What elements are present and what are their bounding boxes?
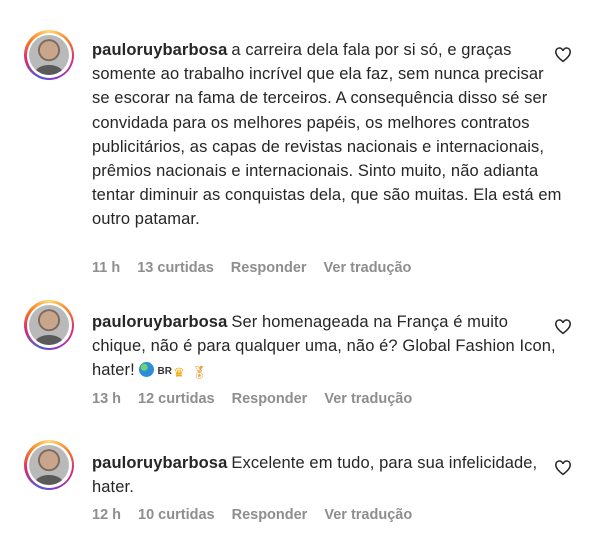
comment-likes[interactable]: 10 curtidas [138, 507, 215, 523]
comment-text: a carreira dela fala por si só, e graças… [92, 41, 562, 229]
translate-button[interactable]: Ver tradução [324, 260, 412, 276]
comment-meta: 11 h 13 curtidas Responder Ver tradução [92, 260, 428, 276]
comment-username[interactable]: pauloruybarbosa [92, 454, 227, 472]
heart-icon[interactable] [554, 459, 572, 477]
heart-icon[interactable] [554, 318, 572, 336]
medal-emoji-icon: 🏅︎ [190, 365, 208, 381]
avatar [29, 35, 69, 75]
avatar [29, 445, 69, 485]
comment-time: 11 h [92, 260, 121, 276]
translate-button[interactable]: Ver tradução [324, 391, 412, 407]
reply-button[interactable]: Responder [232, 507, 308, 523]
avatar [29, 305, 69, 345]
crown-emoji-icon: ♛ [173, 365, 185, 381]
globe-emoji-icon [139, 362, 155, 378]
comment-meta: 13 h 12 curtidas Responder Ver tradução [92, 391, 429, 407]
avatar-story-ring[interactable] [24, 300, 74, 350]
comment-username[interactable]: pauloruybarbosa [92, 41, 227, 59]
comment-likes[interactable]: 13 curtidas [137, 260, 214, 276]
comment-body: pauloruybarbosa a carreira dela fala por … [92, 38, 562, 232]
br-flag-label: BR [157, 366, 173, 378]
comment-time: 13 h [92, 391, 122, 407]
heart-icon[interactable] [554, 46, 572, 64]
avatar-story-ring[interactable] [24, 30, 74, 80]
comment-time: 12 h [92, 507, 122, 523]
avatar-story-ring[interactable] [24, 440, 74, 490]
translate-button[interactable]: Ver tradução [324, 507, 412, 523]
comment-username[interactable]: pauloruybarbosa [92, 313, 227, 331]
comment-meta: 12 h 10 curtidas Responder Ver tradução [92, 507, 429, 523]
reply-button[interactable]: Responder [232, 391, 308, 407]
reply-button[interactable]: Responder [231, 260, 307, 276]
comment-body: pauloruybarbosa Excelente em tudo, para s… [92, 451, 562, 499]
comment-body: pauloruybarbosa Ser homenageada na França… [92, 310, 562, 383]
comment-likes[interactable]: 12 curtidas [138, 391, 215, 407]
